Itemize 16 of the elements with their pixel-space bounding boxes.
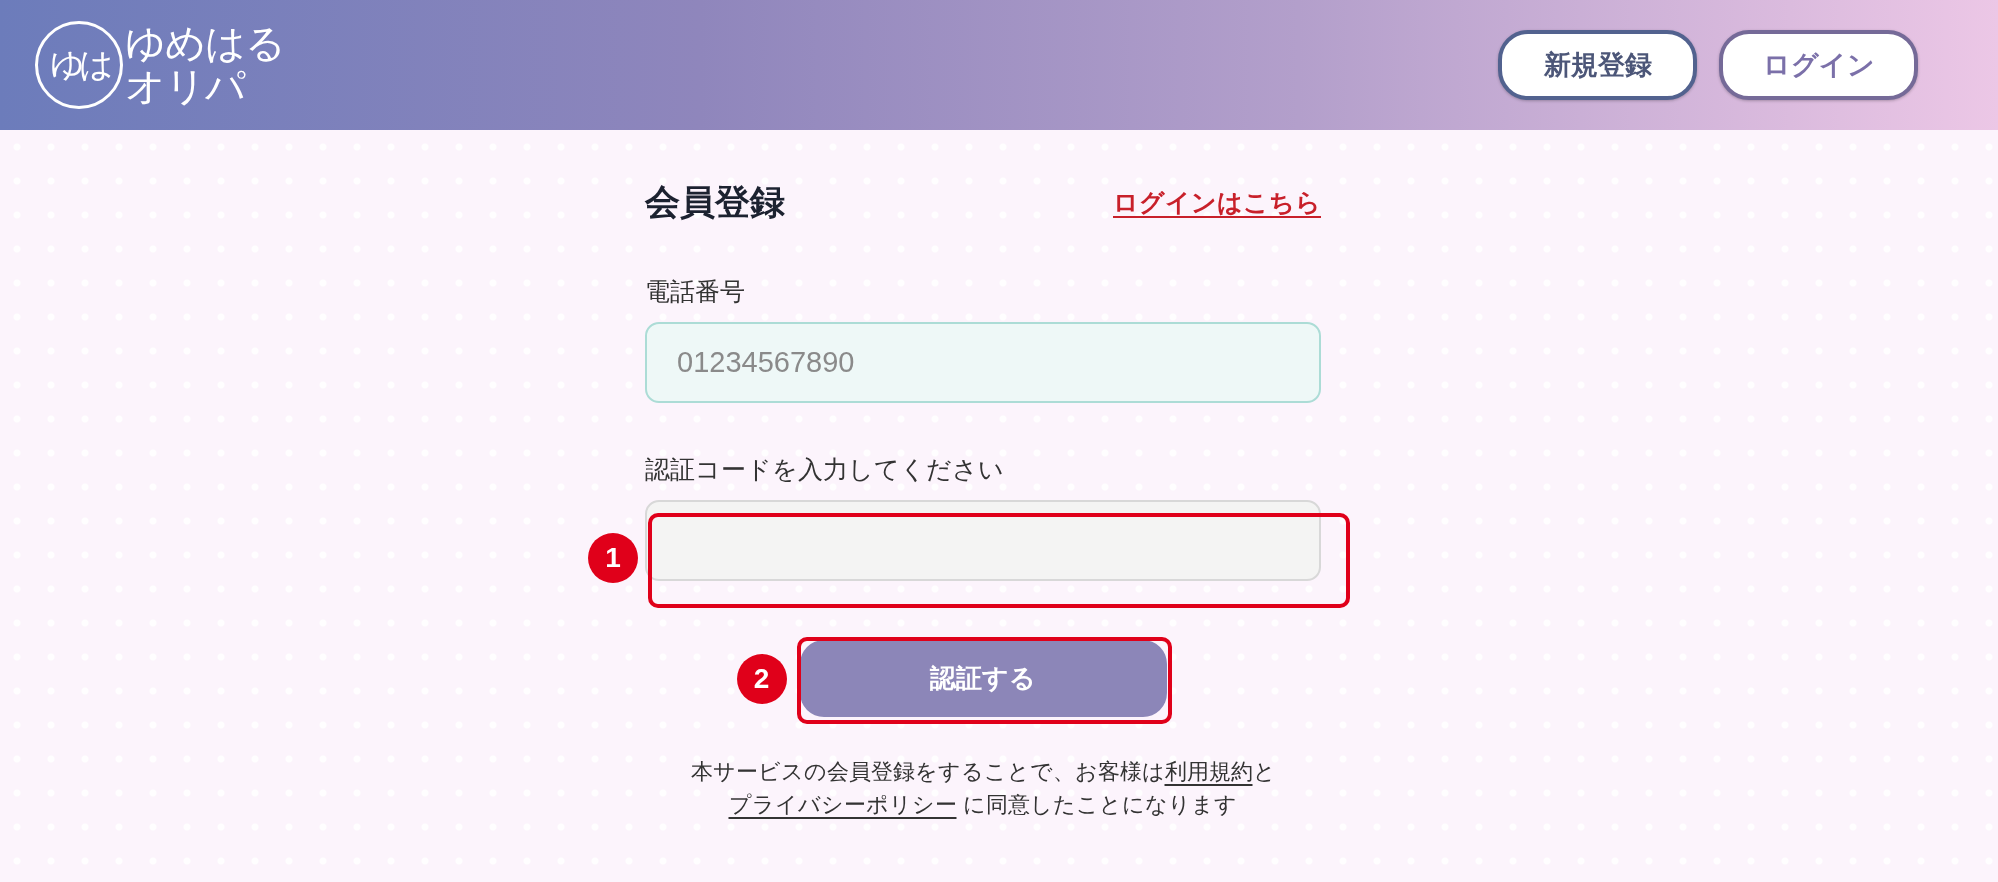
terms-notice: 本サービスの会員登録をすることで、お客様は利用規約 と プライバシーポリシー に同意したことになります [689,758,1277,819]
logo-mark[interactable]: ゆは [35,21,123,109]
number-badge: 1 [588,533,638,583]
login-link[interactable]: ログインはこちら [1113,185,1321,219]
phone-field[interactable]: 01234567890 [645,322,1321,403]
code-field[interactable] [645,500,1321,581]
number-badge: 2 [736,654,787,704]
field-label: 電話番号 [645,277,746,307]
notice-link[interactable]: プライバシーポリシー [728,792,957,817]
logo-text[interactable]: ゆめはる オリパ [125,22,285,108]
field-label: 認証コードを入力してください [645,455,1005,485]
notice-link[interactable]: 利用規約 [1164,759,1253,784]
signup-button[interactable]: 新規登録 [1498,30,1697,100]
verify-button[interactable]: 認証する [799,640,1167,717]
login-button[interactable]: ログイン [1719,30,1918,100]
page-title: 会員登録 [645,182,785,222]
